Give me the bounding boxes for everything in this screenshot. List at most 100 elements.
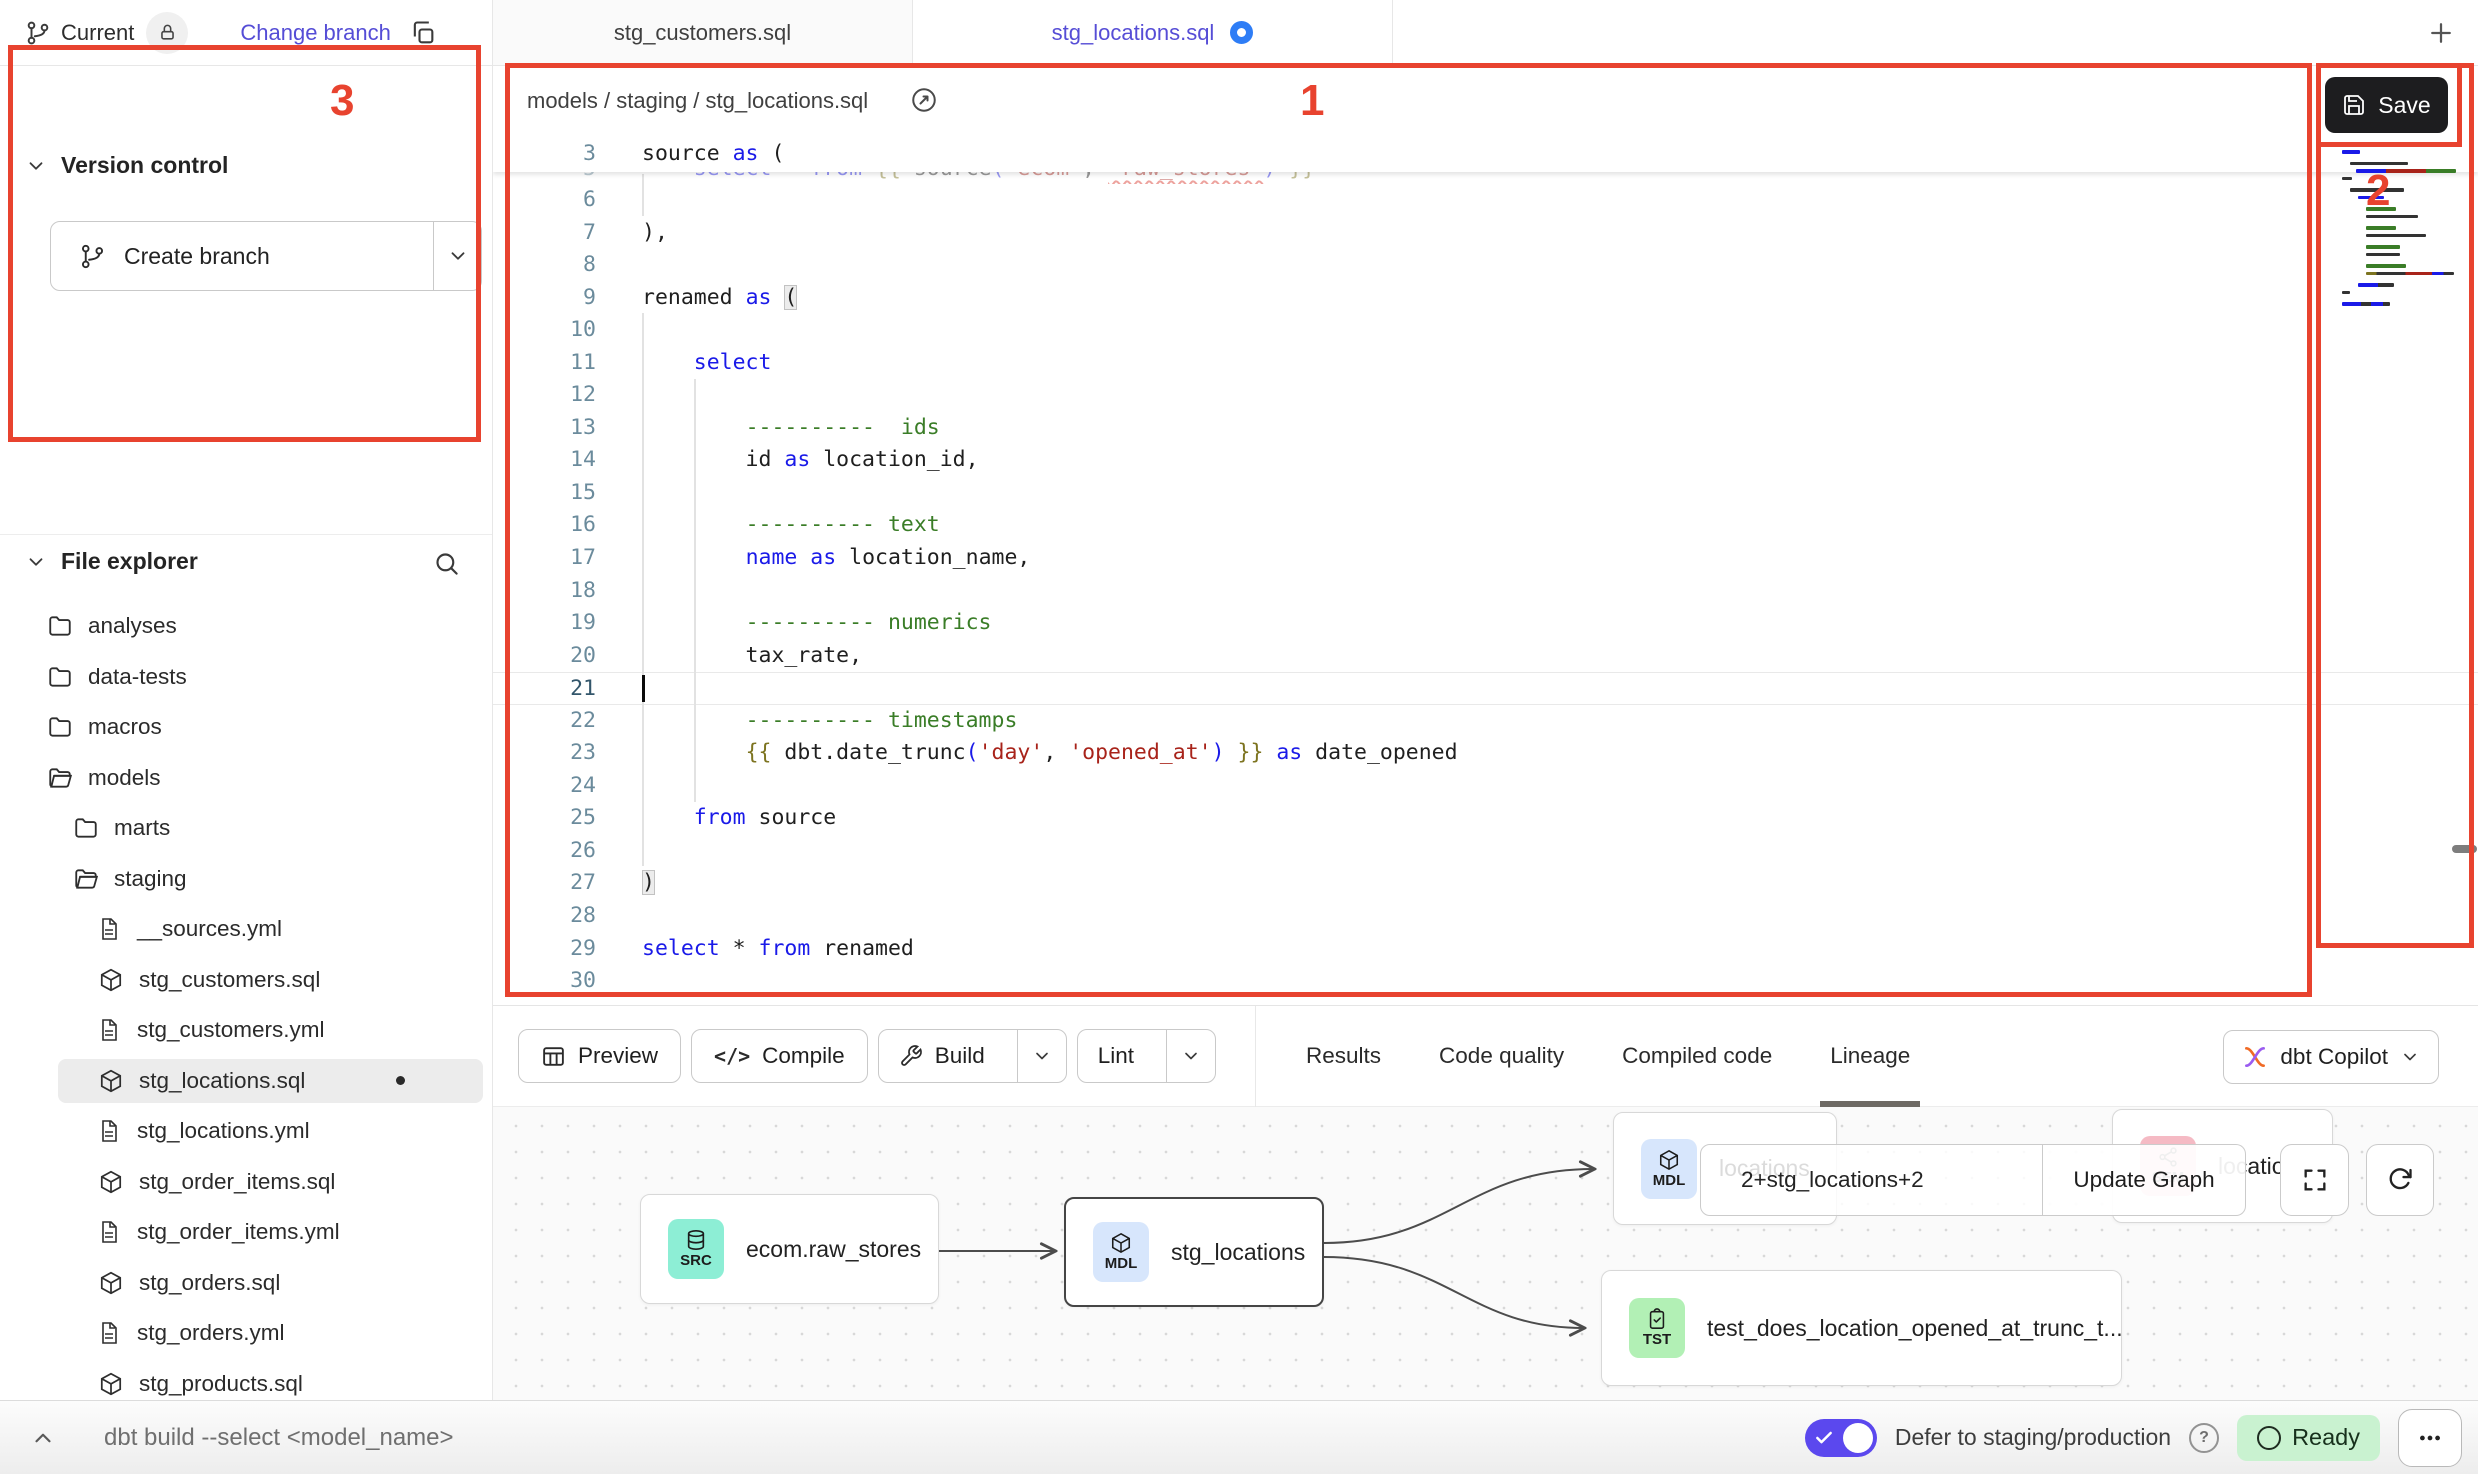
tree-item-analyses[interactable]: analyses	[0, 601, 493, 652]
build-button[interactable]: Build	[878, 1029, 1067, 1083]
lineage-node-ecom-raw-stores[interactable]: SRC ecom.raw_stores	[640, 1194, 939, 1304]
code-line-15[interactable]: 15	[493, 477, 2478, 510]
code-line-24[interactable]: 24	[493, 770, 2478, 803]
panel-tab-compiled-code[interactable]: Compiled code	[1622, 1006, 1772, 1107]
code-line-13[interactable]: 13 ---------- ids	[493, 412, 2478, 445]
panel-tab-code-quality[interactable]: Code quality	[1439, 1006, 1564, 1107]
command-input[interactable]: dbt build --select <model_name>	[104, 1424, 454, 1452]
change-branch-link[interactable]: Change branch	[240, 20, 390, 46]
code-line-11[interactable]: 11 select	[493, 347, 2478, 380]
more-options-button[interactable]	[2398, 1409, 2462, 1467]
tree-item-stg-order-items-yml[interactable]: stg_order_items.yml	[0, 1207, 493, 1258]
code-line-27[interactable]: 27)	[493, 867, 2478, 900]
code-line-26[interactable]: 26	[493, 835, 2478, 868]
code-line-30[interactable]: 30	[493, 965, 2478, 998]
build-dropdown[interactable]	[1017, 1030, 1066, 1082]
tab-label: stg_locations.sql	[1052, 20, 1215, 46]
branch-lock-icon	[146, 12, 188, 54]
create-branch-dropdown[interactable]	[433, 222, 481, 290]
code-line-5[interactable]: 5 select * from {{ source('ecom', 'raw_s…	[493, 172, 2478, 184]
tree-item-stg-orders-yml[interactable]: stg_orders.yml	[0, 1308, 493, 1359]
code-editor[interactable]: 3 source as ( 5 select * from {{ source(…	[493, 135, 2478, 1005]
lineage-compass-icon[interactable]	[901, 77, 947, 123]
save-button[interactable]: Save	[2325, 77, 2448, 133]
create-branch-main[interactable]: Create branch	[51, 222, 433, 290]
chevron-up-icon[interactable]	[30, 1425, 56, 1451]
lineage-node-stg-locations[interactable]: MDL stg_locations	[1064, 1197, 1324, 1307]
search-icon[interactable]	[433, 550, 460, 577]
model-icon	[98, 967, 124, 993]
scrollbar-thumb[interactable]	[2452, 845, 2477, 853]
panel-tab-lineage[interactable]: Lineage	[1830, 1006, 1910, 1107]
fullscreen-button[interactable]	[2280, 1144, 2349, 1216]
copy-icon[interactable]	[409, 19, 437, 47]
code-line-22[interactable]: 22 ---------- timestamps	[493, 705, 2478, 738]
indent-guide	[694, 379, 696, 802]
version-control-header[interactable]: Version control	[25, 152, 228, 179]
new-tab-button[interactable]	[2426, 18, 2456, 48]
tree-item-stg-orders-sql[interactable]: stg_orders.sql	[0, 1258, 493, 1309]
code-line-28[interactable]: 28	[493, 900, 2478, 933]
code-line-16[interactable]: 16 ---------- text	[493, 509, 2478, 542]
code-line-20[interactable]: 20 tax_rate,	[493, 640, 2478, 673]
lint-main[interactable]: Lint	[1078, 1030, 1154, 1082]
tree-item-marts[interactable]: marts	[0, 803, 493, 854]
graph-selector-input[interactable]: 2+stg_locations+2	[1700, 1144, 2043, 1216]
tree-item-models[interactable]: models	[0, 753, 493, 804]
tree-item-macros[interactable]: macros	[0, 702, 493, 753]
tab-stg-customers-sql[interactable]: stg_customers.sql	[493, 0, 913, 65]
code-line-18[interactable]: 18	[493, 575, 2478, 608]
code-line-17[interactable]: 17 name as location_name,	[493, 542, 2478, 575]
compile-button[interactable]: </> Compile	[691, 1029, 868, 1083]
tab-stg-locations-sql[interactable]: stg_locations.sql	[913, 0, 1393, 65]
dbt-copilot-button[interactable]: dbt Copilot	[2223, 1030, 2439, 1084]
code-line-25[interactable]: 25 from source	[493, 802, 2478, 835]
minimap[interactable]	[2336, 150, 2448, 306]
panel-tab-results[interactable]: Results	[1306, 1006, 1381, 1107]
tree-item-stg-customers-sql[interactable]: stg_customers.sql	[0, 955, 493, 1006]
file-label: stg_customers.sql	[139, 967, 320, 993]
code-line-8[interactable]: 8	[493, 249, 2478, 282]
line-number: 23	[493, 737, 596, 770]
table-icon	[541, 1044, 566, 1069]
lint-dropdown[interactable]	[1166, 1030, 1215, 1082]
code-line-21[interactable]: 21	[493, 672, 2478, 705]
update-graph-button[interactable]: Update Graph	[2043, 1144, 2246, 1216]
code-line-29[interactable]: 29select * from renamed	[493, 933, 2478, 966]
file-explorer-header[interactable]: File explorer	[25, 548, 198, 575]
help-icon[interactable]: ?	[2189, 1423, 2219, 1453]
code-line-19[interactable]: 19 ---------- numerics	[493, 607, 2478, 640]
chevron-down-icon	[447, 245, 469, 267]
build-main[interactable]: Build	[879, 1030, 1005, 1082]
tree-item-stg-locations-sql[interactable]: stg_locations.sql	[0, 1056, 493, 1107]
create-branch-button[interactable]: Create branch	[50, 221, 482, 291]
tree-item-staging[interactable]: staging	[0, 854, 493, 905]
status-badge[interactable]: Ready	[2237, 1415, 2380, 1461]
code-line-10[interactable]: 10	[493, 314, 2478, 347]
tree-item-data-tests[interactable]: data-tests	[0, 652, 493, 703]
defer-toggle[interactable]	[1805, 1419, 1877, 1457]
code-line-6[interactable]: 6	[493, 184, 2478, 217]
text-cursor	[642, 675, 645, 702]
lint-button[interactable]: Lint	[1077, 1029, 1216, 1083]
code-line-9[interactable]: 9renamed as (	[493, 282, 2478, 315]
tree-item--sources-yml[interactable]: __sources.yml	[0, 904, 493, 955]
line-number: 11	[493, 347, 596, 380]
preview-button[interactable]: Preview	[518, 1029, 681, 1083]
model-icon	[98, 1270, 124, 1296]
status-circle-icon	[2257, 1426, 2281, 1450]
refresh-button[interactable]	[2366, 1144, 2434, 1216]
tree-item-stg-customers-yml[interactable]: stg_customers.yml	[0, 1005, 493, 1056]
code-line-7[interactable]: 7),	[493, 217, 2478, 250]
code-line-text: name as location_name,	[596, 542, 2478, 575]
code-lines[interactable]: 5 select * from {{ source('ecom', 'raw_s…	[493, 172, 2478, 998]
lineage-canvas[interactable]: SRC ecom.raw_stores MDL stg_locations MD…	[493, 1106, 2478, 1400]
code-line-23[interactable]: 23 {{ dbt.date_trunc('day', 'opened_at')…	[493, 737, 2478, 770]
lineage-node-test[interactable]: TST test_does_location_opened_at_trunc_t…	[1601, 1270, 2122, 1386]
tree-item-stg-order-items-sql[interactable]: stg_order_items.sql	[0, 1157, 493, 1208]
code-line-14[interactable]: 14 id as location_id,	[493, 444, 2478, 477]
wrench-icon	[899, 1044, 923, 1068]
fullscreen-icon	[2301, 1166, 2329, 1194]
code-line-12[interactable]: 12	[493, 379, 2478, 412]
tree-item-stg-locations-yml[interactable]: stg_locations.yml	[0, 1106, 493, 1157]
